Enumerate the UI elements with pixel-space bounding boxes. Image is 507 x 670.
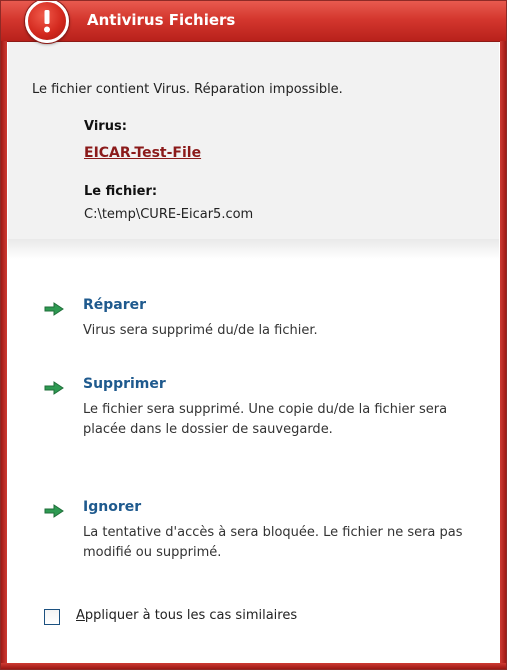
green-arrow-icon [44,504,64,518]
file-label: Le fichier: [84,184,158,199]
warning-exclamation-icon [25,1,69,43]
action-delete-description: Le fichier sera supprimé. Une copie du/d… [83,402,448,437]
action-ignore-title[interactable]: Ignorer [83,499,141,515]
action-repair[interactable]: Réparer Virus sera supprimé du/de la fic… [43,297,483,357]
action-delete[interactable]: Supprimer Le fichier sera supprimé. Une … [43,376,483,476]
apply-all-label[interactable]: Appliquer à tous les cas similaires [76,608,297,623]
green-arrow-icon [44,381,64,395]
action-delete-title[interactable]: Supprimer [83,376,166,392]
virus-label: Virus: [84,119,127,134]
window-frame-bottom [1,663,506,669]
apply-all-checkbox[interactable] [44,609,60,625]
virus-name-link[interactable]: EICAR-Test-File [84,145,201,161]
file-path: C:\temp\CURE-Eicar5.com [84,207,254,222]
action-repair-title[interactable]: Réparer [83,297,146,313]
threat-info-panel [8,42,499,239]
action-ignore-description: La tentative d'accès à sera bloquée. Le … [83,525,463,560]
threat-message: Le fichier contient Virus. Réparation im… [32,82,343,97]
action-repair-description: Virus sera supprimé du/de la fichier. [83,323,318,338]
info-panel-fade [8,239,499,259]
window-title: Antivirus Fichiers [87,11,236,29]
title-bar[interactable]: Antivirus Fichiers [1,1,506,42]
green-arrow-icon [44,302,64,316]
alert-window: Antivirus Fichiers Le fichier contient V… [0,0,507,670]
window-frame-right [500,41,506,669]
window-frame-left [1,41,7,669]
action-ignore[interactable]: Ignorer La tentative d'accès à sera bloq… [43,499,483,579]
